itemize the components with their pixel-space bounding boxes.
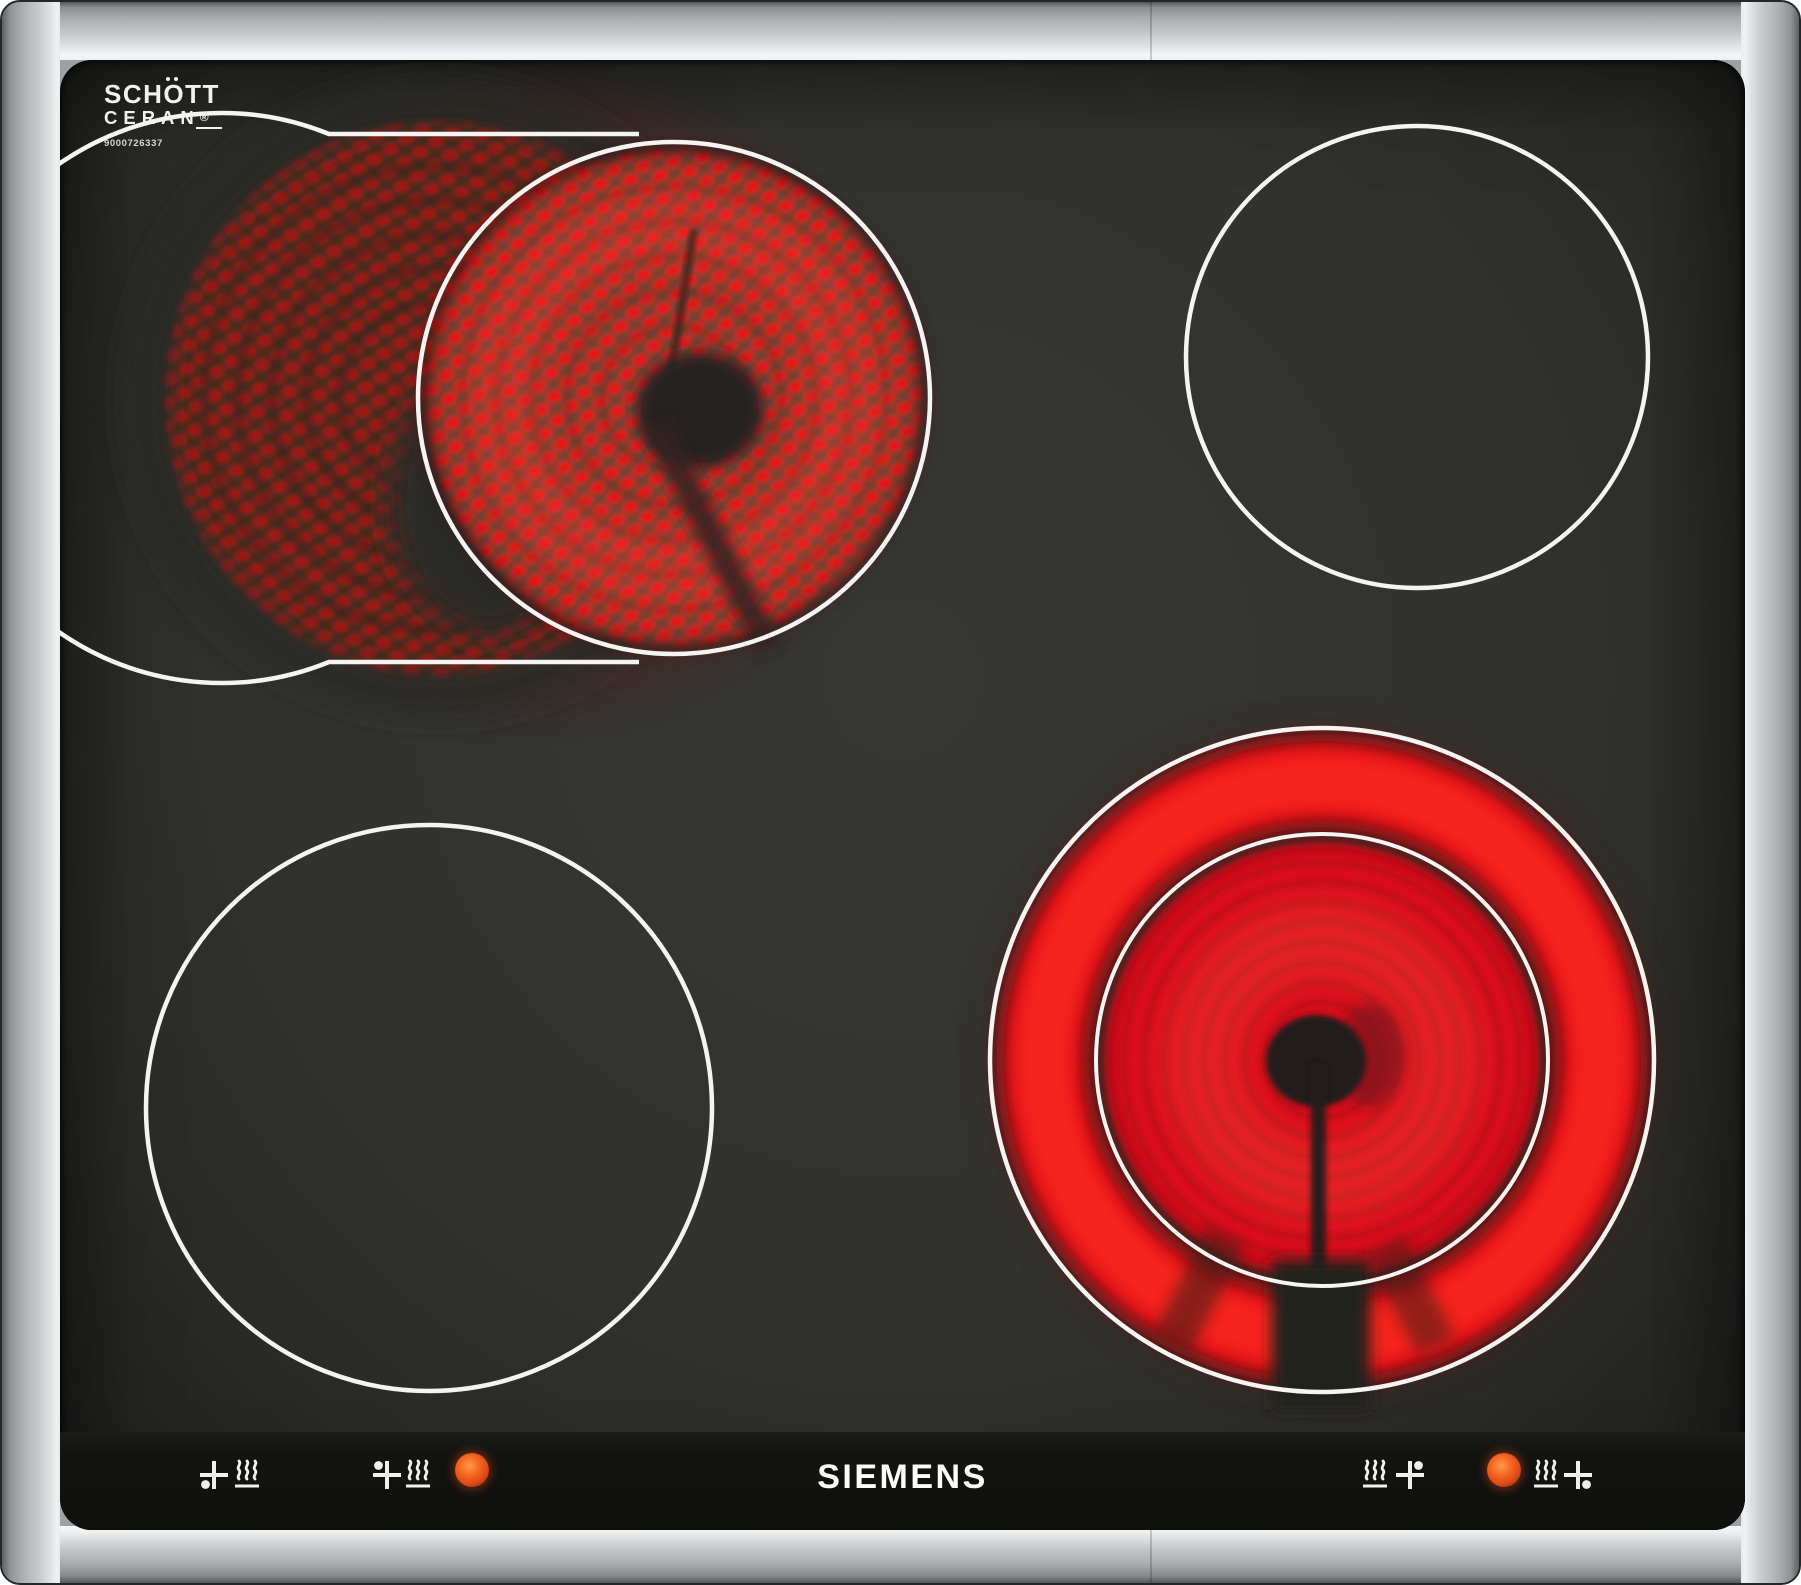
zone-rear-right-outline <box>1186 126 1648 588</box>
registered-trademark: ® <box>200 110 209 124</box>
ceramic-glass-surface: SCHOTT CERAN® 9000726337 <box>60 60 1745 1530</box>
residual-heat-icon <box>1362 1459 1388 1489</box>
frame-seam <box>1150 1526 1152 1583</box>
cooking-zones-graphic <box>60 60 1745 1530</box>
frame-top <box>2 2 1799 60</box>
zone-select-cross-rear-left-icon <box>371 1459 403 1491</box>
control-strip: SIEMENS <box>60 1432 1745 1530</box>
logo-underline-decoration <box>196 127 222 129</box>
schott-wordmark: SCHOTT <box>104 82 220 106</box>
frame-right <box>1741 2 1799 1583</box>
frame-seam <box>1150 2 1152 60</box>
residual-heat-icon <box>234 1459 260 1489</box>
power-indicator-light-left <box>455 1453 489 1487</box>
zone-select-cross-rear-right-icon <box>1394 1459 1426 1491</box>
logo-dots-decoration <box>166 77 182 81</box>
residual-heat-icon <box>405 1459 431 1489</box>
stainless-frame: SCHOTT CERAN® 9000726337 <box>0 0 1801 1585</box>
zone-select-cross-front-right-icon <box>1562 1459 1594 1491</box>
ceran-wordmark: CERAN® <box>104 106 220 129</box>
frame-bottom <box>2 1526 1799 1583</box>
zone-front-left-outline <box>146 825 712 1391</box>
part-number: 9000726337 <box>104 138 220 149</box>
schott-ceran-logo: SCHOTT CERAN® 9000726337 <box>104 82 220 149</box>
frame-left <box>2 2 60 1583</box>
cooktop-product-photo: SCHOTT CERAN® 9000726337 <box>0 0 1801 1585</box>
residual-heat-icon <box>1533 1459 1559 1489</box>
power-indicator-light-right <box>1487 1453 1521 1487</box>
siemens-logo: SIEMENS <box>817 1458 988 1497</box>
zone-select-cross-front-left-icon <box>198 1459 230 1491</box>
